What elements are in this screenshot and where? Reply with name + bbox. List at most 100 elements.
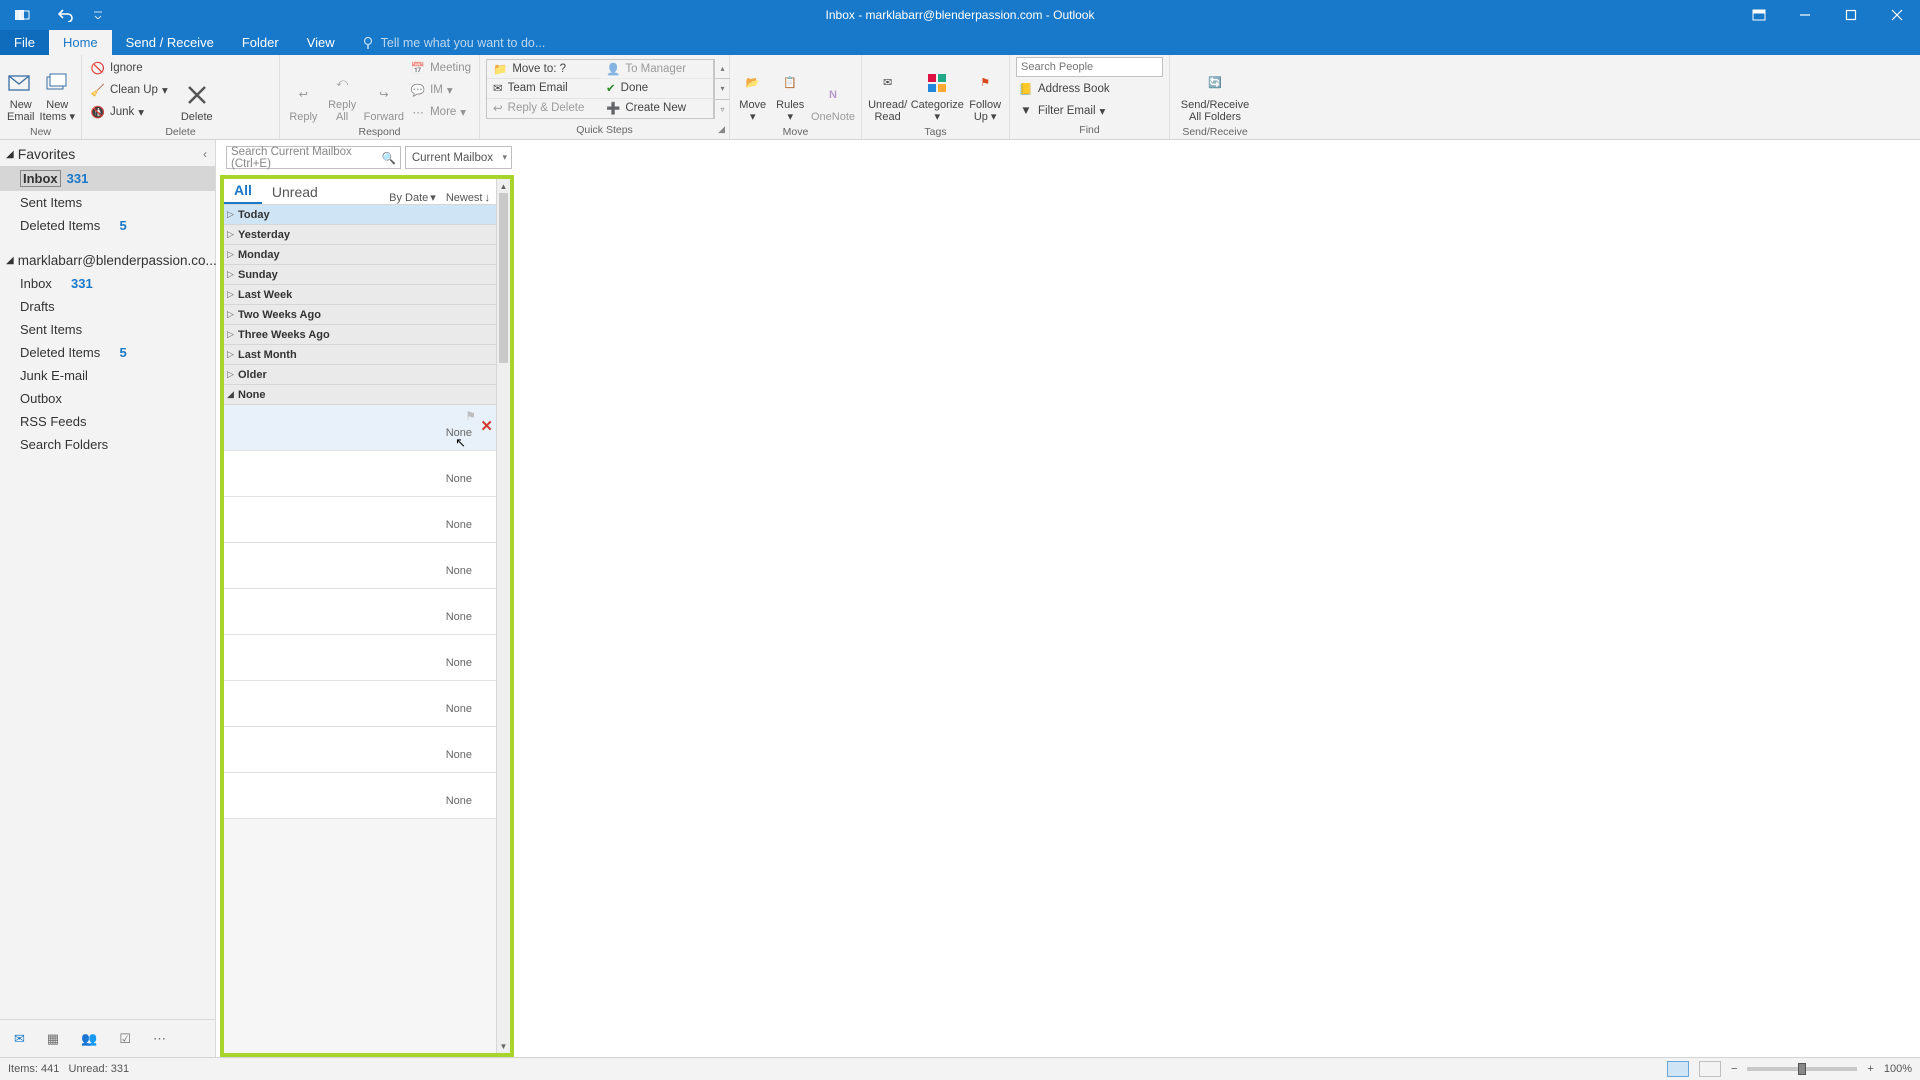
quick-steps-gallery[interactable]: 📁Move to: ? 👤To Manager ✉Team Email ✔Don… — [486, 59, 714, 119]
message-item[interactable]: None — [224, 589, 496, 635]
nav-drafts[interactable]: Drafts — [0, 295, 215, 318]
filter-unread-tab[interactable]: Unread — [262, 181, 328, 204]
message-item[interactable]: None — [224, 543, 496, 589]
nav-inbox[interactable]: Inbox 331 — [0, 272, 215, 295]
qs-create-new[interactable]: ➕Create New — [600, 99, 713, 118]
qs-done[interactable]: ✔Done — [600, 79, 713, 98]
collapse-pane-icon[interactable]: ‹ — [203, 147, 207, 161]
scroll-thumb[interactable] — [499, 193, 508, 363]
delete-message-icon[interactable]: ✕ — [480, 417, 493, 435]
calendar-view-icon[interactable]: ▦ — [47, 1031, 59, 1047]
view-normal-button[interactable] — [1667, 1061, 1689, 1077]
message-item[interactable]: None — [224, 635, 496, 681]
date-group-last-month[interactable]: ▷Last Month — [224, 345, 496, 365]
tab-view[interactable]: View — [293, 30, 349, 55]
tasks-view-icon[interactable]: ☑ — [119, 1031, 131, 1047]
date-group-yesterday[interactable]: ▷Yesterday — [224, 225, 496, 245]
reply-all-button[interactable]: ⤺Reply All — [325, 57, 360, 123]
search-icon[interactable]: 🔍 — [382, 151, 396, 165]
date-group-today[interactable]: ▷Today — [224, 205, 496, 225]
zoom-out-button[interactable]: − — [1731, 1063, 1737, 1075]
send-receive-all-button[interactable]: 🔄Send/Receive All Folders — [1176, 57, 1254, 123]
date-group-three-weeks[interactable]: ▷Three Weeks Ago — [224, 325, 496, 345]
outlook-icon[interactable] — [0, 0, 44, 30]
nav-deleted[interactable]: Deleted Items 5 — [0, 341, 215, 364]
onenote-button[interactable]: NOneNote — [811, 57, 855, 123]
message-item[interactable]: None — [224, 681, 496, 727]
zoom-level[interactable]: 100% — [1884, 1063, 1912, 1075]
scroll-down-icon[interactable]: ▼ — [497, 1039, 510, 1053]
favorites-header[interactable]: ◢ Favorites ‹ — [0, 140, 215, 166]
close-button[interactable] — [1874, 0, 1920, 30]
qs-to-manager[interactable]: 👤To Manager — [600, 60, 713, 79]
tab-folder[interactable]: Folder — [228, 30, 293, 55]
mail-view-icon[interactable]: ✉ — [14, 1031, 25, 1047]
unread-read-button[interactable]: ✉Unread/ Read — [868, 57, 907, 123]
move-button[interactable]: 📂Move▾ — [736, 57, 769, 123]
sort-dir-button[interactable]: Newest ↓ — [446, 191, 490, 204]
message-item[interactable]: None — [224, 451, 496, 497]
nav-search-folders[interactable]: Search Folders — [0, 433, 215, 456]
im-button[interactable]: 💬IM ▾ — [408, 80, 473, 100]
qs-move-to[interactable]: 📁Move to: ? — [487, 60, 600, 79]
message-item[interactable]: None — [224, 727, 496, 773]
date-group-none[interactable]: ◢None — [224, 385, 496, 405]
undo-icon[interactable] — [44, 0, 88, 30]
ignore-button[interactable]: 🚫Ignore — [88, 58, 170, 78]
clean-up-button[interactable]: 🧹Clean Up ▾ — [88, 80, 170, 100]
search-scope-dropdown[interactable]: Current Mailbox — [405, 146, 512, 169]
date-group-sunday[interactable]: ▷Sunday — [224, 265, 496, 285]
new-items-button[interactable]: New Items ▾ — [40, 57, 75, 123]
nav-sent-favorite[interactable]: Sent Items — [0, 191, 215, 214]
nav-junk[interactable]: Junk E-mail — [0, 364, 215, 387]
delete-button[interactable]: Delete — [174, 57, 220, 123]
date-group-two-weeks[interactable]: ▷Two Weeks Ago — [224, 305, 496, 325]
junk-button[interactable]: 🚯Junk ▾ — [88, 102, 170, 122]
tell-me-input[interactable]: Tell me what you want to do... — [349, 30, 546, 55]
sort-by-button[interactable]: By Date ▾ — [389, 191, 436, 204]
categorize-button[interactable]: Categorize▾ — [911, 57, 963, 123]
message-item[interactable]: ⚑ ✕ None ↖ — [224, 405, 496, 451]
flag-icon[interactable]: ⚑ — [465, 409, 476, 423]
zoom-slider[interactable] — [1747, 1067, 1857, 1071]
quick-steps-expand[interactable]: ▴▾▿ — [714, 59, 730, 119]
minimize-button[interactable] — [1782, 0, 1828, 30]
filter-all-tab[interactable]: All — [224, 179, 262, 204]
search-mailbox-input[interactable]: Search Current Mailbox (Ctrl+E) 🔍 — [226, 146, 401, 169]
more-respond-button[interactable]: ⋯More ▾ — [408, 102, 473, 122]
qs-team-email[interactable]: ✉Team Email — [487, 79, 600, 98]
message-item[interactable]: None — [224, 497, 496, 543]
ribbon-display-options-icon[interactable] — [1736, 0, 1782, 30]
message-item[interactable]: None — [224, 773, 496, 819]
maximize-button[interactable] — [1828, 0, 1874, 30]
date-group-older[interactable]: ▷Older — [224, 365, 496, 385]
filter-email-button[interactable]: ▼Filter Email ▾ — [1016, 101, 1163, 121]
nav-inbox-favorite[interactable]: Inbox 331 — [0, 166, 215, 191]
quicksteps-launcher-icon[interactable]: ◢ — [718, 124, 725, 135]
nav-rss[interactable]: RSS Feeds — [0, 410, 215, 433]
nav-outbox[interactable]: Outbox — [0, 387, 215, 410]
date-group-monday[interactable]: ▷Monday — [224, 245, 496, 265]
meeting-button[interactable]: 📅Meeting — [408, 58, 473, 78]
tab-file[interactable]: File — [0, 30, 49, 55]
follow-up-button[interactable]: ⚑Follow Up ▾ — [967, 57, 1003, 123]
qat-customize-icon[interactable] — [88, 0, 108, 30]
message-list-scrollbar[interactable]: ▲ ▼ — [496, 179, 510, 1053]
account-header[interactable]: ◢ marklabarr@blenderpassion.co... — [0, 247, 215, 272]
forward-button[interactable]: ↪Forward — [364, 57, 405, 123]
reply-button[interactable]: ↩Reply — [286, 57, 321, 123]
view-reading-button[interactable] — [1699, 1061, 1721, 1077]
people-view-icon[interactable]: 👥 — [81, 1031, 97, 1047]
nav-sent[interactable]: Sent Items — [0, 318, 215, 341]
date-group-last-week[interactable]: ▷Last Week — [224, 285, 496, 305]
qs-reply-delete[interactable]: ↩Reply & Delete — [487, 99, 600, 118]
tab-send-receive[interactable]: Send / Receive — [112, 30, 228, 55]
rules-button[interactable]: 📋Rules▾ — [773, 57, 806, 123]
tab-home[interactable]: Home — [49, 30, 112, 55]
scroll-up-icon[interactable]: ▲ — [497, 179, 510, 193]
nav-deleted-favorite[interactable]: Deleted Items 5 — [0, 214, 215, 237]
address-book-button[interactable]: 📒Address Book — [1016, 79, 1163, 99]
search-people-input[interactable] — [1016, 57, 1163, 77]
more-views-icon[interactable]: ⋯ — [153, 1031, 166, 1047]
zoom-in-button[interactable]: + — [1867, 1063, 1873, 1075]
